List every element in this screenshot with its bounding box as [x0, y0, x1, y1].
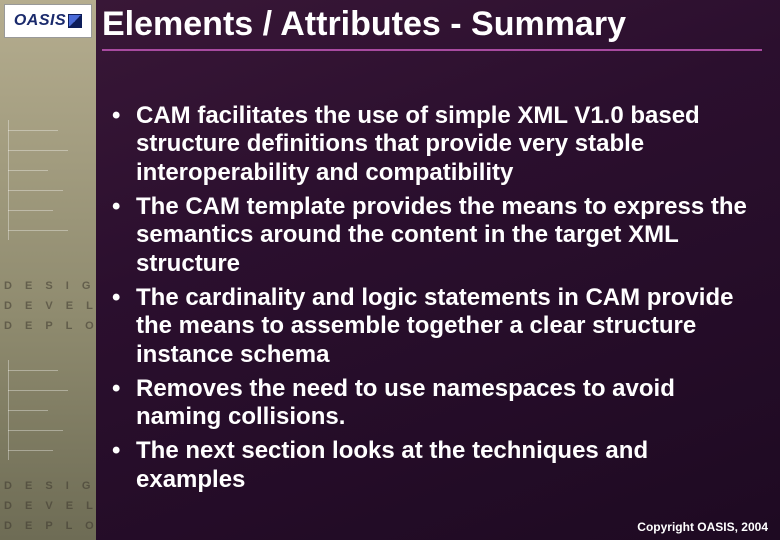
slide-title: Elements / Attributes - Summary: [102, 4, 762, 51]
decorative-tree-icon: [6, 120, 86, 260]
logo-text: OASIS: [14, 12, 66, 30]
list-item: The next section looks at the techniques…: [110, 437, 750, 494]
side-label-develop: D E V E L O P: [4, 500, 96, 512]
list-item: The CAM template provides the means to e…: [110, 193, 750, 278]
list-item: CAM facilitates the use of simple XML V1…: [110, 102, 750, 187]
side-label-develop: D E V E L O P: [4, 300, 96, 312]
logo-mark-icon: [68, 14, 82, 28]
side-label-deploy: D E P L O Y: [4, 320, 96, 332]
decorative-tree-icon: [6, 360, 86, 500]
copyright-text: Copyright OASIS, 2004: [637, 520, 768, 534]
slide: OASIS D E S I G N D E V E L O P D E P L …: [0, 0, 780, 540]
list-item: Removes the need to use namespaces to av…: [110, 375, 750, 432]
side-label-design: D E S I G N: [4, 480, 96, 492]
oasis-logo: OASIS: [4, 4, 92, 38]
list-item: The cardinality and logic statements in …: [110, 284, 750, 369]
left-accent-column: OASIS D E S I G N D E V E L O P D E P L …: [0, 0, 96, 540]
side-label-design: D E S I G N: [4, 280, 96, 292]
side-label-deploy: D E P L O Y: [4, 520, 96, 532]
bullet-list: CAM facilitates the use of simple XML V1…: [110, 102, 750, 500]
